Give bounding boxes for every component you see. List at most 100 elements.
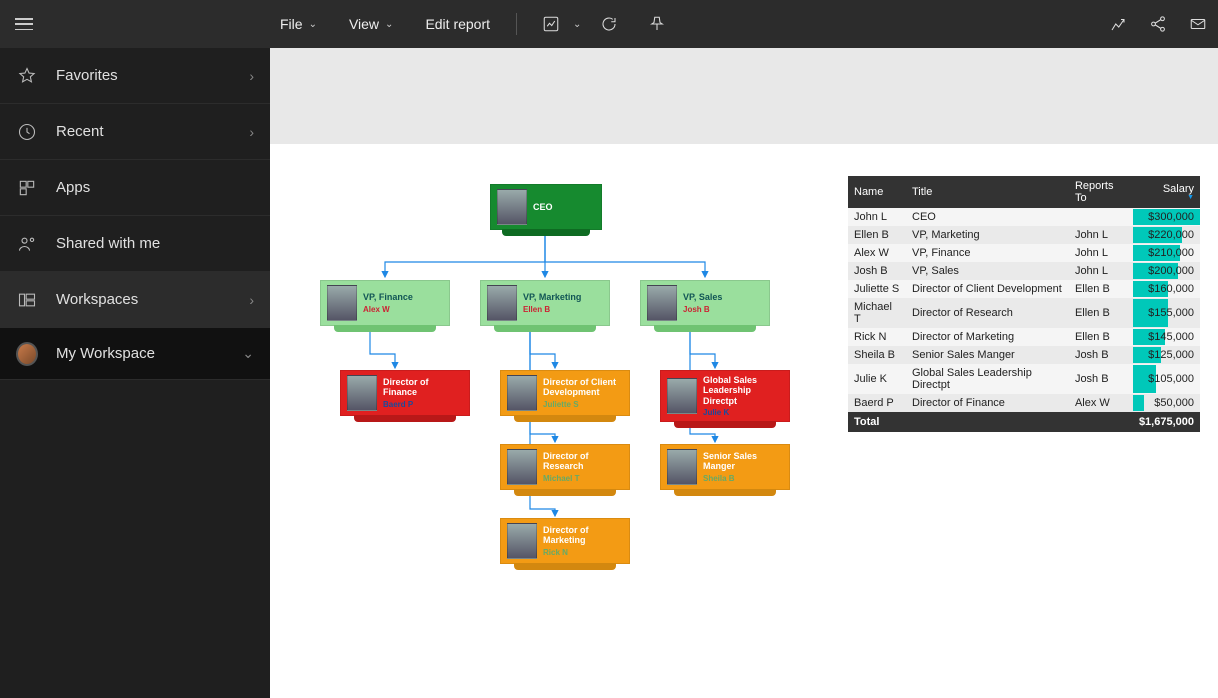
- report-canvas-area: CEO VP, FinanceAlex W VP, MarketingEllen…: [270, 48, 1218, 698]
- table-row[interactable]: Josh BVP, SalesJohn L$200,000: [848, 262, 1200, 280]
- cell-reports-to: Josh B: [1069, 346, 1133, 364]
- org-card-level3[interactable]: Director of MarketingRick N: [500, 518, 630, 564]
- cell-salary: $210,000: [1133, 244, 1200, 262]
- table-row[interactable]: Baerd PDirector of FinanceAlex W$50,000: [848, 394, 1200, 412]
- cell-title: CEO: [906, 208, 1069, 226]
- org-card-level3[interactable]: Director of Client DevelopmentJuliette S: [500, 370, 630, 416]
- cell-salary: $50,000: [1133, 394, 1200, 412]
- clock-icon: [17, 122, 37, 142]
- file-label: File: [280, 16, 303, 32]
- table-row[interactable]: Ellen BVP, MarketingJohn L$220,000: [848, 226, 1200, 244]
- name-label: Rick N: [543, 548, 623, 557]
- role-label: Senior Sales Manger: [703, 451, 783, 472]
- org-card-level3[interactable]: Senior Sales Manger Sheila B: [660, 444, 790, 490]
- col-salary[interactable]: Salary ▼: [1133, 176, 1200, 208]
- name-label: Alex W: [363, 305, 413, 314]
- person-photo: [507, 449, 537, 485]
- role-label: Director of Research: [543, 451, 623, 472]
- cell-name: Juliette S: [848, 280, 906, 298]
- analytics-button[interactable]: [1098, 0, 1138, 48]
- chevron-down-icon: ⌄: [385, 19, 393, 30]
- table-row[interactable]: Rick NDirector of MarketingEllen B$145,0…: [848, 328, 1200, 346]
- cell-reports-to: Ellen B: [1069, 298, 1133, 328]
- cell-name: Baerd P: [848, 394, 906, 412]
- name-label: Michael T: [543, 474, 623, 483]
- sidebar-item-apps[interactable]: Apps: [0, 160, 270, 216]
- person-photo: [647, 285, 677, 321]
- org-card-ceo[interactable]: CEO: [490, 184, 602, 230]
- chevron-right-icon: ›: [249, 292, 254, 308]
- sidebar-item-recent[interactable]: Recent ›: [0, 104, 270, 160]
- chevron-down-icon: ⌄: [242, 345, 254, 362]
- name-label: Josh B: [683, 305, 722, 314]
- person-photo: [327, 285, 357, 321]
- file-menu[interactable]: File ⌄: [268, 0, 329, 48]
- cell-salary: $105,000: [1133, 364, 1200, 394]
- table-row[interactable]: Alex WVP, FinanceJohn L$210,000: [848, 244, 1200, 262]
- org-card-vp[interactable]: VP, FinanceAlex W: [320, 280, 450, 326]
- cell-name: Alex W: [848, 244, 906, 262]
- cell-name: Sheila B: [848, 346, 906, 364]
- sidebar-item-shared[interactable]: Shared with me: [0, 216, 270, 272]
- sidebar-item-my-workspace[interactable]: My Workspace ⌄: [0, 328, 270, 380]
- avatar: [16, 342, 38, 366]
- refresh-icon: [600, 15, 618, 33]
- table-row[interactable]: Julie KGlobal Sales Leadership DirectptJ…: [848, 364, 1200, 394]
- table-row[interactable]: Michael TDirector of ResearchEllen B$155…: [848, 298, 1200, 328]
- cell-title: VP, Sales: [906, 262, 1069, 280]
- cell-salary: $155,000: [1133, 298, 1200, 328]
- explore-button[interactable]: [531, 0, 571, 48]
- name-label: Baerd P: [383, 400, 463, 409]
- star-icon: [17, 66, 37, 86]
- cell-reports-to: John L: [1069, 262, 1133, 280]
- table-row[interactable]: Sheila BSenior Sales MangerJosh B$125,00…: [848, 346, 1200, 364]
- subscribe-button[interactable]: [1178, 0, 1218, 48]
- role-label: Director of Finance: [383, 377, 463, 398]
- org-card-level3[interactable]: Director of Research Michael T: [500, 444, 630, 490]
- col-title[interactable]: Title: [906, 176, 1069, 208]
- table-row[interactable]: John LCEO$300,000: [848, 208, 1200, 226]
- org-card-vp[interactable]: VP, Sales Josh B: [640, 280, 770, 326]
- cell-title: Director of Client Development: [906, 280, 1069, 298]
- cell-reports-to: John L: [1069, 244, 1133, 262]
- org-card-vp[interactable]: VP, MarketingEllen B: [480, 280, 610, 326]
- hamburger-menu[interactable]: [0, 0, 48, 48]
- sidebar-item-label: Recent: [56, 123, 231, 140]
- sidebar-item-workspaces[interactable]: Workspaces ›: [0, 272, 270, 328]
- view-label: View: [349, 16, 379, 32]
- cell-title: Global Sales Leadership Directpt: [906, 364, 1069, 394]
- report-page[interactable]: CEO VP, FinanceAlex W VP, MarketingEllen…: [270, 144, 1218, 698]
- edit-report-button[interactable]: Edit report: [413, 0, 502, 48]
- person-photo: [507, 375, 537, 411]
- salary-table[interactable]: Name Title Reports To Salary ▼ John LCEO…: [848, 176, 1200, 432]
- chevron-down-icon: ⌄: [309, 19, 317, 30]
- org-card-level3[interactable]: Director of Finance Baerd P: [340, 370, 470, 416]
- sidebar-item-favorites[interactable]: Favorites ›: [0, 48, 270, 104]
- cell-reports-to: Ellen B: [1069, 280, 1133, 298]
- share-icon: [1149, 15, 1167, 33]
- sidebar-item-label: My Workspace: [56, 345, 224, 362]
- pin-button[interactable]: [637, 0, 677, 48]
- chevron-right-icon: ›: [249, 124, 254, 140]
- cell-reports-to: Josh B: [1069, 364, 1133, 394]
- col-reports-to[interactable]: Reports To: [1069, 176, 1133, 208]
- view-menu[interactable]: View ⌄: [337, 0, 405, 48]
- org-card-level3[interactable]: Global Sales Leadership DirectptJulie K: [660, 370, 790, 422]
- cell-salary: $220,000: [1133, 226, 1200, 244]
- role-label: VP, Sales: [683, 292, 722, 302]
- name-label: Sheila B: [703, 474, 783, 483]
- cell-salary: $125,000: [1133, 346, 1200, 364]
- person-photo: [667, 378, 697, 414]
- person-photo: [487, 285, 517, 321]
- table-row[interactable]: Juliette SDirector of Client Development…: [848, 280, 1200, 298]
- total-value: $1,675,000: [1133, 412, 1200, 432]
- chevron-down-icon[interactable]: ⌄: [573, 19, 581, 30]
- mail-icon: [1189, 15, 1207, 33]
- top-menu: File ⌄ View ⌄ Edit report ⌄: [268, 0, 677, 48]
- edit-report-label: Edit report: [425, 16, 490, 32]
- refresh-button[interactable]: [589, 0, 629, 48]
- col-name[interactable]: Name: [848, 176, 906, 208]
- share-button[interactable]: [1138, 0, 1178, 48]
- cell-name: Rick N: [848, 328, 906, 346]
- cell-reports-to: John L: [1069, 226, 1133, 244]
